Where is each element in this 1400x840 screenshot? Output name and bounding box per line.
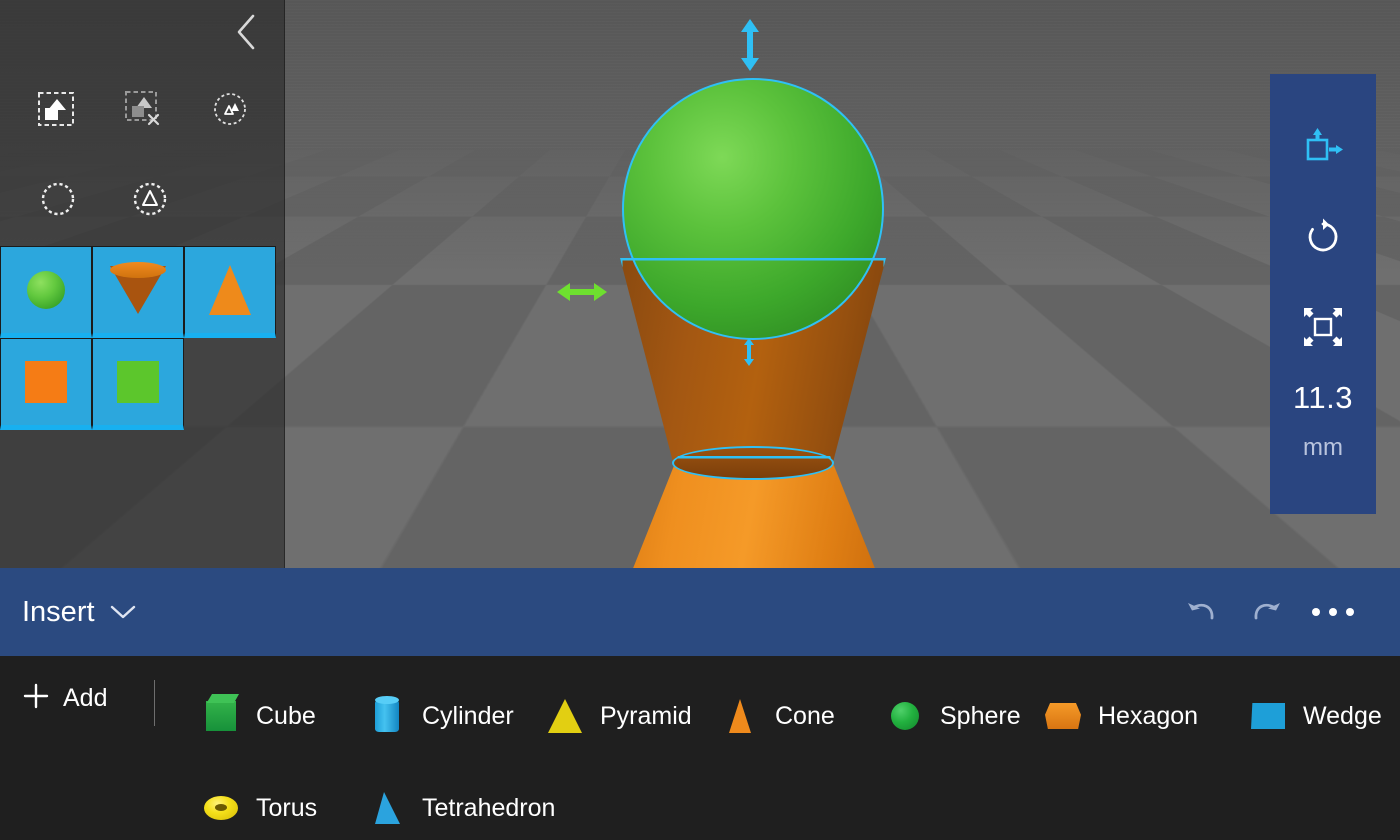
gallery-item-label: Wedge	[1303, 702, 1382, 731]
gallery-row-1: Cube Cylinder Pyramid Cone Sphere	[200, 670, 1400, 762]
cylinder-icon	[366, 695, 408, 737]
gallery-item-torus[interactable]: Torus	[200, 762, 366, 840]
green-square-swatch[interactable]	[92, 338, 184, 430]
gallery-item-cylinder[interactable]: Cylinder	[366, 670, 544, 762]
ribbon-bar: Insert	[0, 568, 1400, 656]
insert-tab[interactable]: Insert	[0, 596, 137, 629]
move-tool-icon[interactable]	[1288, 116, 1358, 178]
gallery-grid: Cube Cylinder Pyramid Cone Sphere	[200, 670, 1400, 840]
left-tool-panel	[0, 0, 285, 568]
gallery-item-tetrahedron[interactable]: Tetrahedron	[366, 762, 646, 840]
hexagon-icon	[1042, 695, 1084, 737]
orange-square-swatch[interactable]	[0, 338, 92, 430]
lasso-select-icon[interactable]	[12, 176, 104, 222]
gallery-item-label: Hexagon	[1098, 702, 1198, 731]
small-vertical-double-arrow-icon[interactable]	[741, 337, 757, 372]
sphere-swatch[interactable]	[0, 246, 92, 338]
add-label: Add	[63, 684, 107, 713]
magic-select-icon[interactable]	[104, 176, 196, 222]
cone-swatch[interactable]	[184, 246, 276, 338]
transform-value: 11.3	[1293, 380, 1353, 416]
inverted-cone-swatch[interactable]	[92, 246, 184, 338]
gallery-item-wedge[interactable]: Wedge	[1247, 670, 1397, 762]
transform-unit: mm	[1303, 434, 1343, 462]
add-button[interactable]: Add	[22, 682, 107, 715]
model-group[interactable]: 100 mm	[610, 78, 900, 528]
plus-icon	[22, 682, 50, 715]
ribbon-tab-label: Insert	[22, 596, 95, 629]
vertical-double-arrow-icon[interactable]	[737, 18, 763, 77]
paint-3d-window: 100 mm	[0, 0, 1400, 840]
pyramid-icon	[544, 695, 586, 737]
gallery-item-hexagon[interactable]: Hexagon	[1042, 670, 1247, 762]
3d-viewport[interactable]: 100 mm	[0, 0, 1400, 568]
gallery-item-label: Cube	[256, 702, 316, 731]
gallery-item-pyramid[interactable]: Pyramid	[544, 670, 719, 762]
chevron-down-icon[interactable]	[109, 603, 137, 621]
redo-icon[interactable]	[1234, 580, 1298, 644]
transform-panel: 11.3 mm	[1270, 74, 1376, 514]
gallery-item-cube[interactable]: Cube	[200, 670, 366, 762]
gallery-item-label: Cone	[775, 702, 835, 731]
gallery-item-label: Tetrahedron	[422, 794, 555, 823]
cube-icon	[200, 695, 242, 737]
gallery-item-label: Pyramid	[600, 702, 692, 731]
more-options-icon[interactable]	[1298, 608, 1368, 616]
undo-icon[interactable]	[1170, 580, 1234, 644]
shape-palette	[0, 246, 276, 430]
horizontal-double-arrow-icon[interactable]	[556, 279, 608, 310]
shape-gallery: Add Cube Cylinder Pyramid Cone	[0, 656, 1400, 840]
group-icon[interactable]	[187, 86, 274, 132]
gallery-item-sphere[interactable]: Sphere	[884, 670, 1042, 762]
wedge-icon	[1247, 695, 1289, 737]
torus-icon	[200, 787, 242, 829]
gallery-row-2: Torus Tetrahedron	[200, 762, 1400, 840]
gallery-item-label: Torus	[256, 794, 317, 823]
scale-tool-icon[interactable]	[1288, 296, 1358, 358]
tetrahedron-icon	[366, 787, 408, 829]
inverted-cone-base	[672, 446, 834, 480]
sphere-object[interactable]	[622, 78, 884, 340]
gallery-divider	[154, 680, 155, 726]
gallery-item-cone[interactable]: Cone	[719, 670, 884, 762]
deselect-icon[interactable]	[99, 86, 186, 132]
cone-icon	[719, 695, 761, 737]
ribbon-actions	[1170, 580, 1400, 644]
gallery-item-label: Sphere	[940, 702, 1021, 731]
gallery-item-label: Cylinder	[422, 702, 514, 731]
select-all-icon[interactable]	[12, 86, 99, 132]
rotate-tool-icon[interactable]	[1288, 206, 1358, 268]
sphere-icon	[884, 695, 926, 737]
back-chevron-icon[interactable]	[224, 12, 268, 52]
